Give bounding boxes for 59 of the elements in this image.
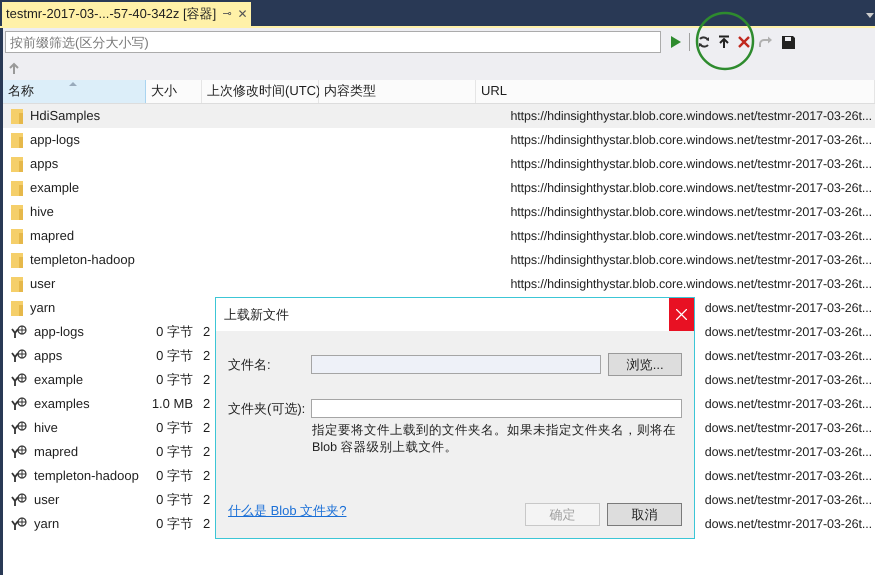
date-cell: 2: [203, 444, 210, 460]
date-cell: 2: [203, 468, 210, 484]
url-cell-text: dows.net/testmr-2017-03-26t...: [704, 372, 872, 389]
url-cell-text: dows.net/testmr-2017-03-26t...: [704, 468, 872, 485]
name-cell-text: templeton-hadoop: [30, 251, 135, 270]
size-cell-text: 1.0 MB: [152, 395, 193, 414]
url-cell-text: dows.net/testmr-2017-03-26t...: [704, 516, 872, 533]
url-cell-text: dows.net/testmr-2017-03-26t...: [704, 420, 872, 437]
date-cell: 2: [203, 324, 210, 340]
name-cell-text: user: [30, 275, 56, 294]
url-cell-text: https://hdinsighthystar.blob.core.windows.net/testmr-2017-03-26t...: [510, 180, 872, 197]
url-cell-text: dows.net/testmr-2017-03-26t...: [704, 396, 872, 413]
name-cell-text: app-logs: [30, 131, 80, 150]
url-cell-text: https://hdinsighthystar.blob.core.windows.net/testmr-2017-03-26t...: [510, 228, 872, 245]
name-cell-text: hive: [30, 203, 54, 222]
date-cell: 2: [203, 516, 210, 532]
field-label: 文件夹(可选):: [228, 400, 306, 418]
url-cell-text: https://hdinsighthystar.blob.core.windows.net/testmr-2017-03-26t...: [510, 156, 872, 173]
size-cell-text: 0 字节: [156, 443, 193, 462]
tab-title: testmr-2017-03-...-57-40-342z [容器]: [6, 5, 216, 24]
size-cell-text: 0 字节: [156, 323, 193, 342]
name-cell-text: app-logs: [34, 323, 84, 342]
name-cell-text: apps: [30, 155, 58, 174]
name-cell-text: mapred: [34, 443, 78, 462]
url-cell-text: dows.net/testmr-2017-03-26t...: [704, 324, 872, 341]
size-cell-text: 0 字节: [156, 515, 193, 534]
size-cell-text: 0 字节: [156, 419, 193, 438]
url-cell-text: dows.net/testmr-2017-03-26t...: [704, 300, 872, 317]
name-cell-text: hive: [34, 419, 58, 438]
url-cell-text: https://hdinsighthystar.blob.core.windows.net/testmr-2017-03-26t...: [510, 204, 872, 221]
date-cell: 2: [203, 420, 210, 436]
size-cell-text: 0 字节: [156, 371, 193, 390]
hint-text: 指定要将文件上载到的文件夹名。如果未指定文件夹名，则将在 Blob 容器级别上载文件。: [312, 422, 677, 456]
url-cell-text: https://hdinsighthystar.blob.core.windows.net/testmr-2017-03-26t...: [510, 252, 872, 269]
date-cell: 2: [203, 348, 210, 364]
name-cell-text: example: [30, 179, 80, 198]
name-cell-text: yarn: [30, 299, 56, 318]
name-cell-text: mapred: [30, 227, 74, 246]
url-cell-text: https://hdinsighthystar.blob.core.windows.net/testmr-2017-03-26t...: [510, 276, 872, 293]
url-cell-text: https://hdinsighthystar.blob.core.windows.net/testmr-2017-03-26t...: [510, 132, 872, 149]
field-label: 文件名:: [228, 356, 272, 374]
date-cell: 2: [203, 372, 210, 388]
date-cell: 2: [203, 396, 210, 412]
url-cell-text: dows.net/testmr-2017-03-26t...: [704, 492, 872, 509]
name-cell-text: apps: [34, 347, 62, 366]
name-cell-text: yarn: [34, 515, 60, 534]
name-cell-text: HdiSamples: [30, 107, 100, 126]
size-cell-text: 0 字节: [156, 491, 193, 510]
name-cell-text: user: [34, 491, 60, 510]
name-cell-text: templeton-hadoop: [34, 467, 139, 486]
url-cell-text: dows.net/testmr-2017-03-26t...: [704, 444, 872, 461]
size-cell-text: 0 字节: [156, 347, 193, 366]
date-cell: 2: [203, 492, 210, 508]
name-cell-text: example: [34, 371, 84, 390]
size-cell-text: 0 字节: [156, 467, 193, 486]
url-cell-text: https://hdinsighthystar.blob.core.windows.net/testmr-2017-03-26t...: [510, 108, 872, 125]
url-cell-text: dows.net/testmr-2017-03-26t...: [704, 348, 872, 365]
dialog-title: 上载新文件: [223, 306, 290, 324]
name-cell-text: examples: [34, 395, 90, 414]
